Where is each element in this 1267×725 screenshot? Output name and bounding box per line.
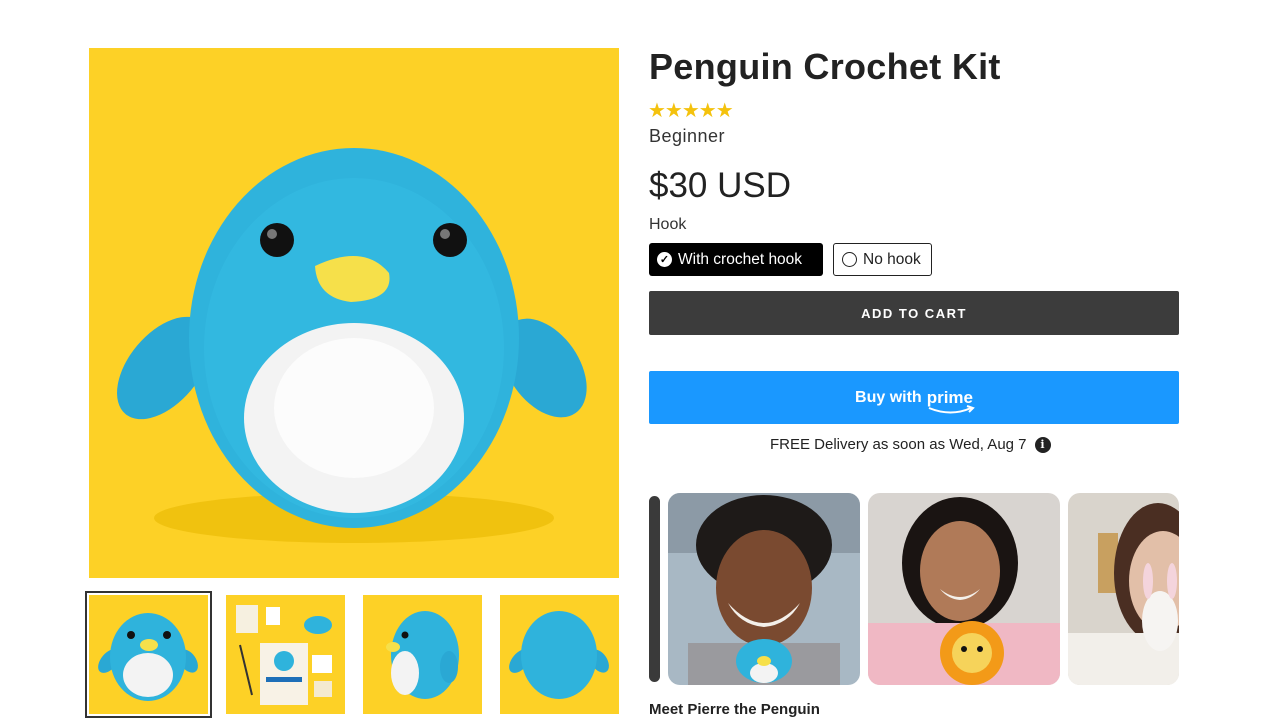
ugc-previous-card-edge[interactable] [649, 496, 660, 682]
option-label-text: No hook [863, 250, 921, 268]
add-to-cart-label: ADD TO CART [861, 305, 967, 321]
option-with-crochet-hook[interactable]: ✓ With crochet hook [649, 243, 823, 276]
option-label: Hook [649, 216, 687, 233]
thumbnail-4[interactable] [500, 595, 619, 714]
check-icon: ✓ [657, 252, 672, 267]
add-to-cart-button[interactable]: ADD TO CART [649, 291, 1179, 335]
main-product-image[interactable] [89, 48, 619, 578]
ugc-caption: Meet Pierre the Penguin [649, 701, 820, 718]
delivery-info: FREE Delivery as soon as Wed, Aug 7 i [770, 436, 1051, 453]
thumbnail-2[interactable] [226, 595, 345, 714]
prime-logo: prime [927, 388, 975, 413]
rating-stars-icon[interactable]: ★★★★★ [648, 98, 734, 123]
ugc-video-card-2[interactable] [868, 493, 1060, 685]
thumbnail-1[interactable] [85, 591, 212, 718]
delivery-text: FREE Delivery as soon as Wed, Aug 7 [770, 436, 1027, 453]
buy-with-prime-button[interactable]: Buy with prime [649, 371, 1179, 424]
buy-with-label: Buy with [855, 388, 922, 406]
option-label-text: With crochet hook [678, 250, 803, 268]
ugc-video-card-3[interactable] [1068, 493, 1179, 685]
prime-smile-icon [928, 404, 975, 413]
radio-icon [842, 252, 857, 267]
info-icon[interactable]: i [1034, 436, 1051, 453]
skill-level: Beginner [649, 126, 726, 146]
thumbnail-3[interactable] [363, 595, 482, 714]
ugc-video-card-1[interactable] [668, 493, 860, 685]
product-title: Penguin Crochet Kit [649, 46, 1001, 87]
option-no-hook[interactable]: No hook [833, 243, 932, 276]
product-price: $30 USD [649, 166, 792, 205]
